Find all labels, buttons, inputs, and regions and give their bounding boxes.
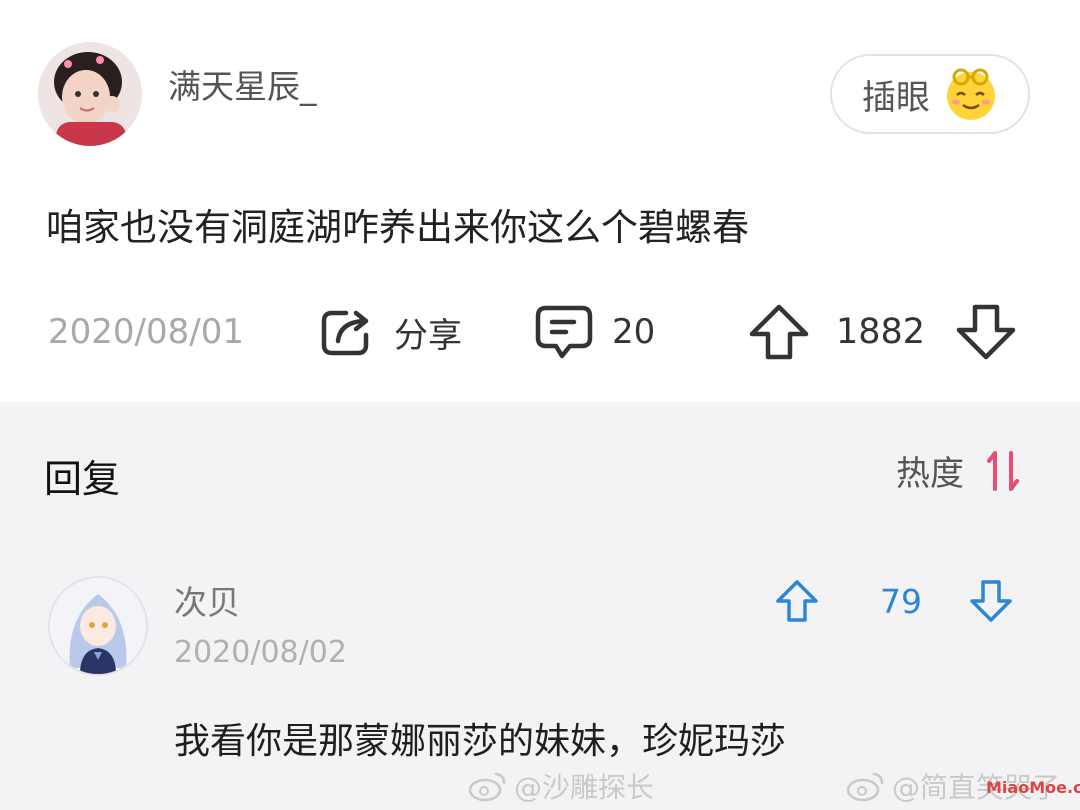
sort-button[interactable]: 热度 [896,446,1020,495]
insert-eye-button[interactable]: 插眼 [830,54,1030,134]
reply-vote-controls: 79 [774,578,1014,624]
reply-vote-count: 79 [880,581,922,621]
reply-avatar[interactable] [48,576,148,676]
sort-icon [987,450,1019,491]
vote-count: 1882 [836,312,926,352]
user-avatar[interactable] [38,42,142,146]
upvote-icon[interactable] [748,303,810,361]
comment-count: 20 [612,312,656,352]
watermark-left-text: @沙雕探长 [514,771,655,804]
weibo-icon [468,772,506,802]
username[interactable]: 满天星辰_ [168,70,317,103]
reply-username[interactable]: 次贝 [174,586,240,619]
reply-date: 2020/08/02 [174,635,347,670]
share-button[interactable]: 分享 [318,300,462,364]
reply-text: 我看你是那蒙娜丽莎的妹妹，珍妮玛莎 [174,721,787,762]
weibo-icon [846,772,884,802]
share-label: 分享 [394,315,462,356]
emoji-icon [947,68,995,120]
replies-title: 回复 [44,457,121,501]
reply-downvote-icon[interactable] [968,578,1014,624]
share-icon [321,310,369,356]
reply-upvote-icon[interactable] [774,578,820,624]
vote-controls: 1882 [748,300,1017,364]
sort-label: 热度 [896,454,964,494]
site-watermark: MiaoMoe.com [986,778,1080,797]
watermark-left: @沙雕探长 [468,766,654,806]
insert-eye-label: 插眼 [862,77,930,118]
comment-date: 2020/08/01 [48,312,244,352]
downvote-icon[interactable] [955,303,1017,361]
comment-text: 咱家也没有洞庭湖咋养出来你这么个碧螺春 [46,206,749,249]
comment-icon [535,305,593,359]
comment-count-button[interactable]: 20 [534,300,655,364]
